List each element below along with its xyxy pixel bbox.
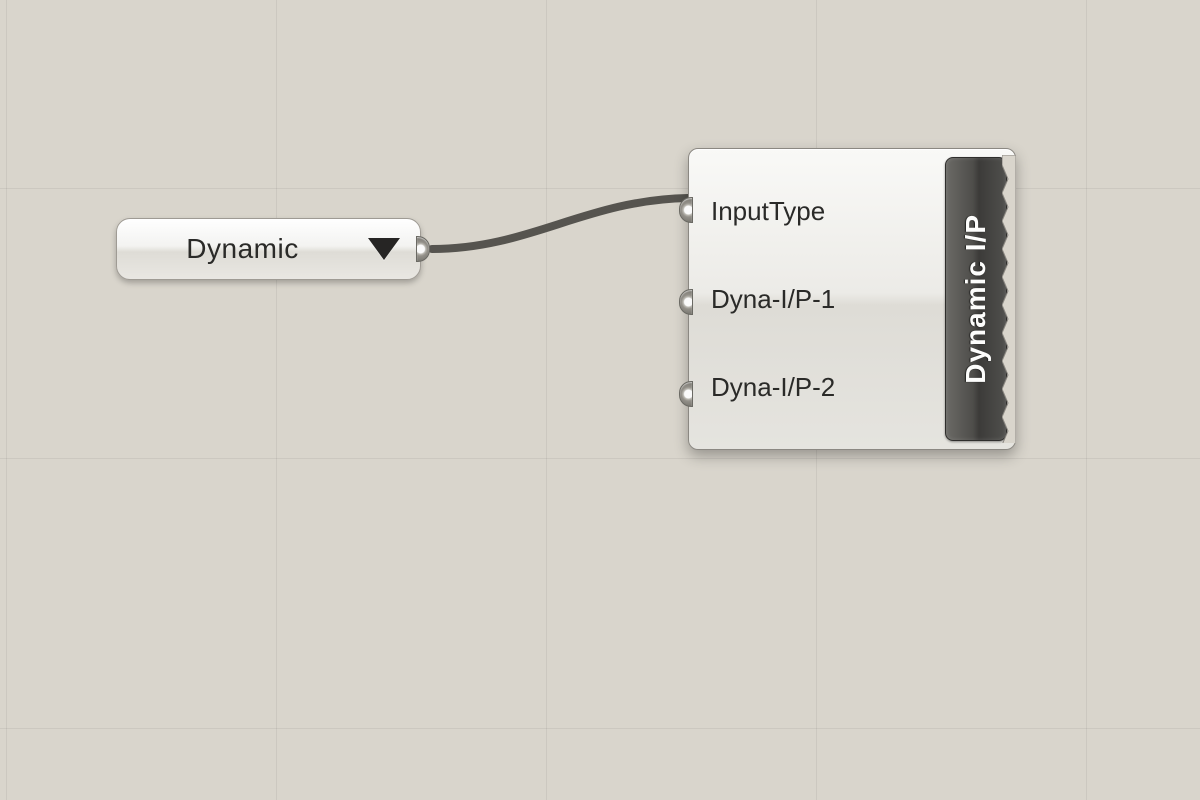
input-port-inputtype[interactable] [679, 197, 693, 223]
chevron-down-icon [368, 238, 400, 260]
input-port-dyna-2[interactable] [679, 381, 693, 407]
node-canvas[interactable]: Dynamic InputType Dyna-I/P-1 Dyna-I/P-2 … [0, 0, 1200, 800]
input-label-dyna-2: Dyna-I/P-2 [711, 367, 937, 407]
wire-connection [0, 0, 1200, 800]
input-label-dyna-1: Dyna-I/P-1 [711, 279, 937, 319]
dynamic-ip-component[interactable]: InputType Dyna-I/P-1 Dyna-I/P-2 Dynamic … [688, 148, 1016, 450]
component-title-bar: Dynamic I/P [945, 157, 1007, 441]
value-list-node[interactable]: Dynamic [116, 218, 421, 280]
input-text: InputType [711, 196, 825, 227]
input-port-dyna-1[interactable] [679, 289, 693, 315]
value-list-selected-label: Dynamic [117, 233, 368, 265]
component-input-list: InputType Dyna-I/P-1 Dyna-I/P-2 [689, 149, 945, 449]
output-port[interactable] [416, 236, 430, 262]
input-text: Dyna-I/P-1 [711, 284, 835, 315]
wire-path [432, 198, 688, 249]
component-title-text: Dynamic I/P [960, 214, 992, 384]
input-text: Dyna-I/P-2 [711, 372, 835, 403]
input-label-inputtype: InputType [711, 191, 937, 231]
